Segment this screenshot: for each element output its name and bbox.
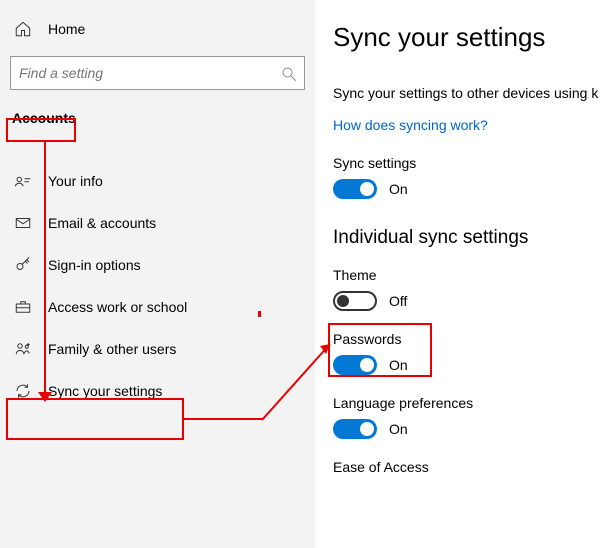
search-input[interactable] — [19, 65, 280, 81]
passwords-label: Passwords — [333, 331, 600, 347]
nav-item-signin[interactable]: Sign-in options — [0, 244, 315, 286]
passwords-toggle[interactable] — [333, 355, 377, 375]
mail-icon — [14, 214, 32, 232]
sync-description: Sync your settings to other devices usin… — [333, 85, 600, 101]
nav-item-your-info[interactable]: Your info — [0, 160, 315, 202]
nav-item-family[interactable]: Family & other users — [0, 328, 315, 370]
nav-label: Your info — [48, 173, 103, 189]
toggle-state: On — [389, 181, 408, 197]
nav-item-email[interactable]: Email & accounts — [0, 202, 315, 244]
nav-label: Sync your settings — [48, 383, 162, 399]
nav-label: Sign-in options — [48, 257, 141, 273]
individual-sync-heading: Individual sync settings — [333, 227, 600, 249]
toggle-state: On — [389, 357, 408, 373]
nav-label: Access work or school — [48, 299, 187, 315]
people-icon — [14, 340, 32, 358]
theme-label: Theme — [333, 267, 600, 283]
sidebar: Home Accounts Your info Email & accounts — [0, 0, 315, 548]
passwords-block: Passwords On — [333, 331, 600, 375]
main-panel: Sync your settings Sync your settings to… — [315, 0, 600, 548]
home-icon — [14, 20, 32, 38]
search-input-container[interactable] — [10, 56, 305, 90]
sync-settings-toggle[interactable] — [333, 179, 377, 199]
theme-block: Theme Off — [333, 267, 600, 311]
home-label: Home — [48, 21, 85, 37]
ease-block: Ease of Access — [333, 459, 600, 475]
home-nav[interactable]: Home — [0, 12, 315, 46]
ease-label: Ease of Access — [333, 459, 600, 475]
key-icon — [14, 256, 32, 274]
person-card-icon — [14, 172, 32, 190]
briefcase-icon — [14, 298, 32, 316]
language-block: Language preferences On — [333, 395, 600, 439]
nav-label: Email & accounts — [48, 215, 156, 231]
nav-label: Family & other users — [48, 341, 176, 357]
search-icon — [280, 65, 296, 81]
sync-help-link[interactable]: How does syncing work? — [333, 117, 488, 133]
sync-settings-label: Sync settings — [333, 155, 600, 171]
nav-item-sync[interactable]: Sync your settings — [0, 370, 315, 412]
language-toggle[interactable] — [333, 419, 377, 439]
nav-item-work[interactable]: Access work or school — [0, 286, 315, 328]
sync-master-block: Sync settings On — [333, 155, 600, 199]
language-label: Language preferences — [333, 395, 600, 411]
toggle-state: Off — [389, 293, 407, 309]
category-heading: Accounts — [0, 104, 88, 132]
toggle-state: On — [389, 421, 408, 437]
sync-icon — [14, 382, 32, 400]
theme-toggle[interactable] — [333, 291, 377, 311]
page-title: Sync your settings — [333, 22, 600, 53]
nav-list: Your info Email & accounts Sign-in optio… — [0, 160, 315, 412]
